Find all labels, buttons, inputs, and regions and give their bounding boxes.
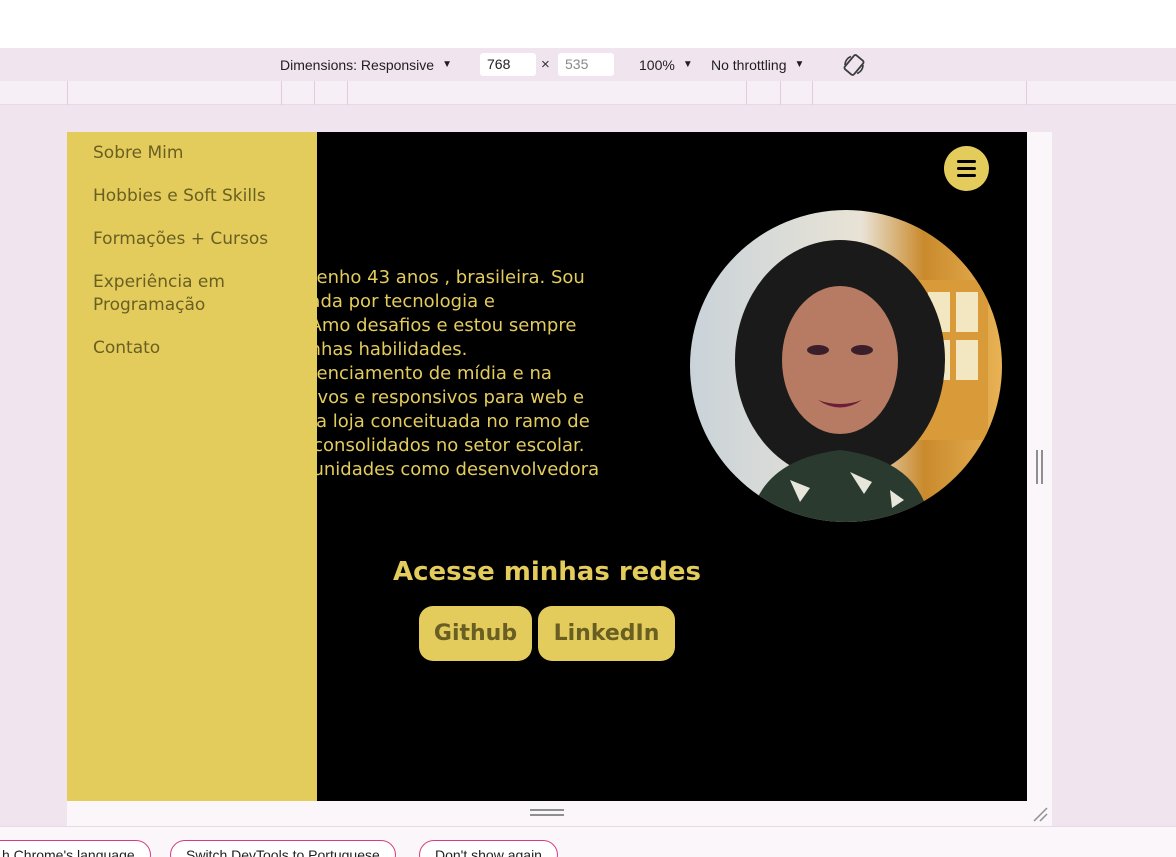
throttling-label: No throttling bbox=[711, 56, 787, 73]
media-query-ruler bbox=[0, 81, 1176, 105]
about-line: as consolidados no setor escolar. bbox=[287, 435, 585, 456]
about-line: onada por tecnologia e bbox=[287, 291, 495, 312]
chevron-down-icon: ▼ bbox=[682, 59, 693, 70]
chevron-down-icon: ▼ bbox=[794, 59, 805, 70]
about-line: rativos e responsivos para web e bbox=[287, 387, 585, 408]
profile-photo bbox=[690, 210, 1002, 522]
throttling-dropdown[interactable]: No throttling ▼ bbox=[711, 48, 804, 81]
sidebar-menu: Sobre Mim Hobbies e Soft Skills Formaçõe… bbox=[67, 132, 317, 801]
sidebar-item-sobre-mim[interactable]: Sobre Mim bbox=[93, 142, 183, 165]
hamburger-menu-icon[interactable] bbox=[944, 146, 989, 191]
browser-top-area bbox=[0, 0, 1176, 48]
resize-corner-icon[interactable] bbox=[1031, 805, 1049, 823]
about-line: minhas habilidades. bbox=[287, 339, 468, 360]
times-symbol: × bbox=[541, 56, 550, 73]
about-text: a, tenho 43 anos , brasileira. Sou onada… bbox=[287, 266, 667, 506]
sidebar-item-hobbies[interactable]: Hobbies e Soft Skills bbox=[93, 185, 266, 208]
sidebar-item-contato[interactable]: Contato bbox=[93, 337, 160, 360]
social-title: Acesse minhas redes bbox=[392, 557, 702, 587]
github-button[interactable]: Github bbox=[419, 606, 532, 661]
about-line: gerenciamento de mídia e na bbox=[287, 363, 552, 384]
page-viewport: a, tenho 43 anos , brasileira. Sou onada… bbox=[67, 132, 1027, 801]
about-line: e. Amo desafios e estou sempre bbox=[287, 315, 577, 336]
about-line: . bbox=[287, 482, 667, 506]
switch-devtools-portuguese-button[interactable]: Switch DevTools to Portuguese bbox=[170, 840, 396, 857]
dimensions-dropdown[interactable]: Dimensions: Responsive ▼ bbox=[280, 48, 452, 81]
device-toolbar: Dimensions: Responsive ▼ 768 × 535 100% … bbox=[0, 48, 1176, 81]
switch-chrome-language-button[interactable]: h Chrome's language bbox=[0, 840, 151, 857]
rotate-device-icon[interactable] bbox=[842, 53, 866, 77]
resize-handle-bottom[interactable] bbox=[530, 809, 564, 819]
chevron-down-icon: ▼ bbox=[442, 59, 452, 70]
dont-show-again-button[interactable]: Don't show again bbox=[419, 840, 558, 857]
height-input[interactable]: 535 bbox=[558, 53, 614, 76]
linkedin-button[interactable]: LinkedIn bbox=[538, 606, 675, 661]
about-line: a, tenho 43 anos , brasileira. Sou bbox=[287, 267, 585, 288]
sidebar-item-formacoes[interactable]: Formações + Cursos bbox=[93, 228, 268, 251]
width-input[interactable]: 768 bbox=[480, 53, 536, 76]
language-infobar: h Chrome's language Switch DevTools to P… bbox=[0, 826, 1176, 857]
zoom-label: 100% bbox=[639, 56, 675, 73]
about-line: ortunidades como desenvolvedora bbox=[287, 459, 600, 480]
dimensions-label: Dimensions: Responsive bbox=[280, 56, 435, 73]
about-line: uma loja conceituada no ramo de bbox=[287, 411, 590, 432]
zoom-dropdown[interactable]: 100% ▼ bbox=[639, 48, 693, 81]
resize-handle-right[interactable] bbox=[1036, 450, 1044, 484]
sidebar-item-experiencia[interactable]: Experiência em Programação bbox=[93, 271, 293, 317]
